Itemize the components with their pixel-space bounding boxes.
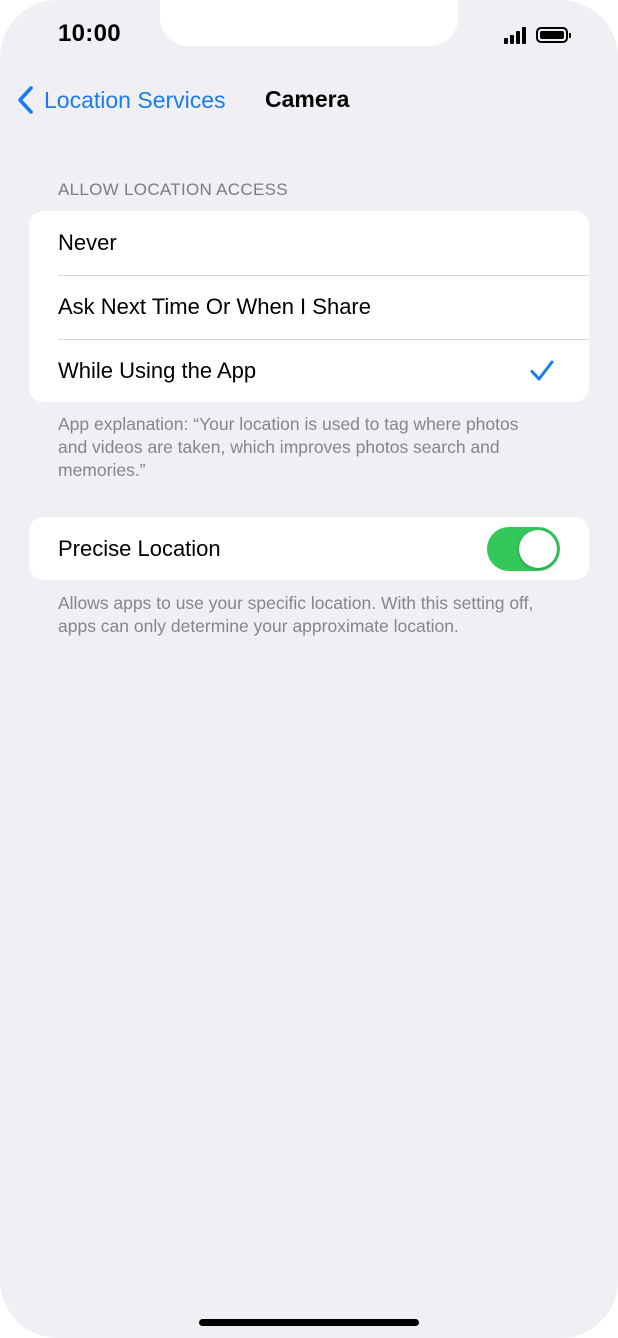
option-ask-next-time[interactable]: Ask Next Time Or When I Share bbox=[29, 275, 589, 339]
back-button-label: Location Services bbox=[44, 86, 226, 113]
option-label: Never bbox=[58, 230, 117, 255]
cellular-signal-icon bbox=[504, 26, 528, 44]
status-icons bbox=[504, 24, 571, 46]
battery-icon bbox=[536, 27, 571, 43]
precise-location-row: Precise Location bbox=[29, 517, 589, 580]
app-explanation-text: App explanation: “Your location is used … bbox=[58, 414, 519, 480]
option-while-using-app[interactable]: While Using the App bbox=[29, 339, 589, 402]
phone-screen: 10:00 Location Services Camera ALLOW LOC… bbox=[0, 0, 618, 1338]
toggle-knob bbox=[519, 530, 557, 568]
precise-location-toggle[interactable] bbox=[487, 527, 560, 571]
location-access-options: Never Ask Next Time Or When I Share Whil… bbox=[29, 211, 589, 402]
precise-location-description: Allows apps to use your specific locatio… bbox=[58, 593, 534, 636]
notch bbox=[160, 0, 458, 46]
option-label: While Using the App bbox=[58, 358, 257, 383]
option-never[interactable]: Never bbox=[29, 211, 589, 275]
page-title: Camera bbox=[265, 86, 350, 112]
checkmark-icon bbox=[530, 360, 554, 381]
section-header-location-access: ALLOW LOCATION ACCESS bbox=[58, 180, 288, 199]
precise-location-group: Precise Location bbox=[29, 517, 589, 580]
back-button[interactable]: Location Services bbox=[16, 82, 226, 118]
status-time: 10:00 bbox=[58, 20, 121, 47]
home-indicator[interactable] bbox=[199, 1319, 419, 1326]
option-label: Ask Next Time Or When I Share bbox=[58, 294, 371, 319]
chevron-left-icon bbox=[18, 86, 33, 114]
precise-location-label: Precise Location bbox=[58, 536, 221, 561]
